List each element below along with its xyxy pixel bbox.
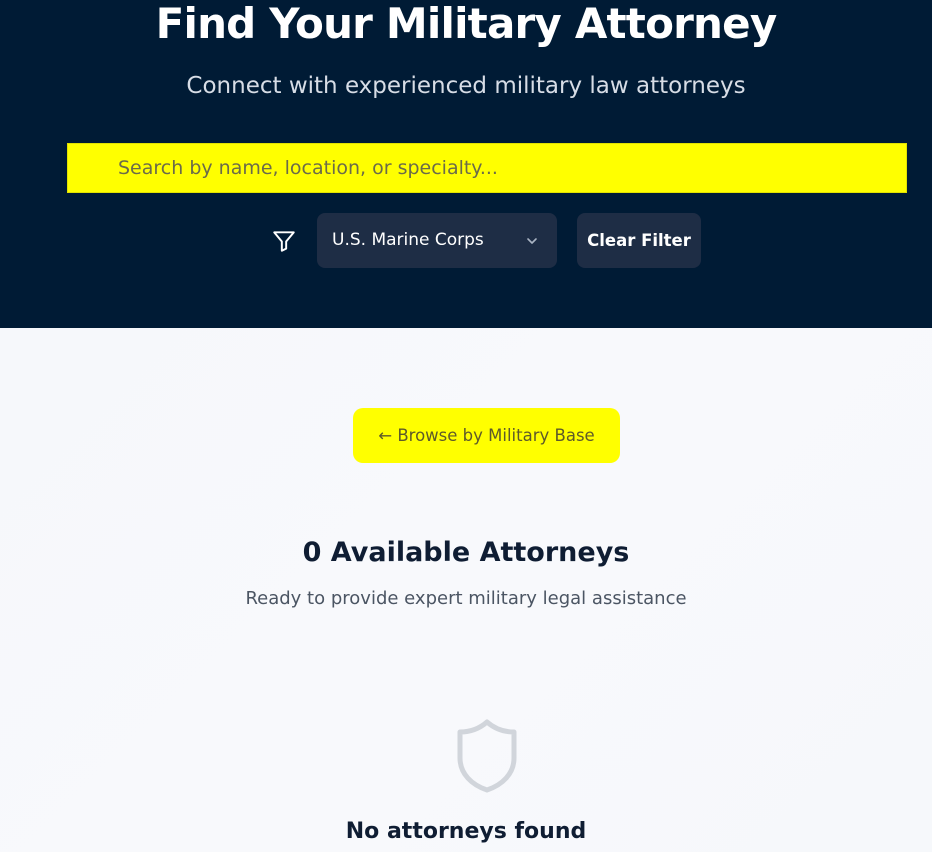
clear-filter-button[interactable]: Clear Filter bbox=[577, 213, 701, 268]
branch-select-value: U.S. Marine Corps bbox=[332, 230, 484, 250]
search-input[interactable] bbox=[68, 144, 906, 192]
browse-by-base-button[interactable]: ← Browse by Military Base bbox=[353, 408, 620, 463]
chevron-down-icon bbox=[527, 238, 537, 244]
branch-select[interactable]: U.S. Marine Corps bbox=[317, 213, 557, 268]
empty-state-title: No attorneys found bbox=[345, 819, 587, 844]
search-bar bbox=[67, 143, 907, 193]
results-subtitle: Ready to provide expert military legal a… bbox=[245, 588, 687, 609]
results-count-title: 0 Available Attorneys bbox=[302, 537, 630, 568]
hero-section: Find Your Military Attorney Connect with… bbox=[0, 0, 932, 328]
page-subtitle: Connect with experienced military law at… bbox=[186, 73, 746, 99]
shield-icon bbox=[457, 719, 517, 793]
filter-funnel-icon bbox=[273, 231, 295, 252]
page-title: Find Your Military Attorney bbox=[155, 0, 778, 48]
results-section: ← Browse by Military Base 0 Available At… bbox=[0, 328, 932, 852]
